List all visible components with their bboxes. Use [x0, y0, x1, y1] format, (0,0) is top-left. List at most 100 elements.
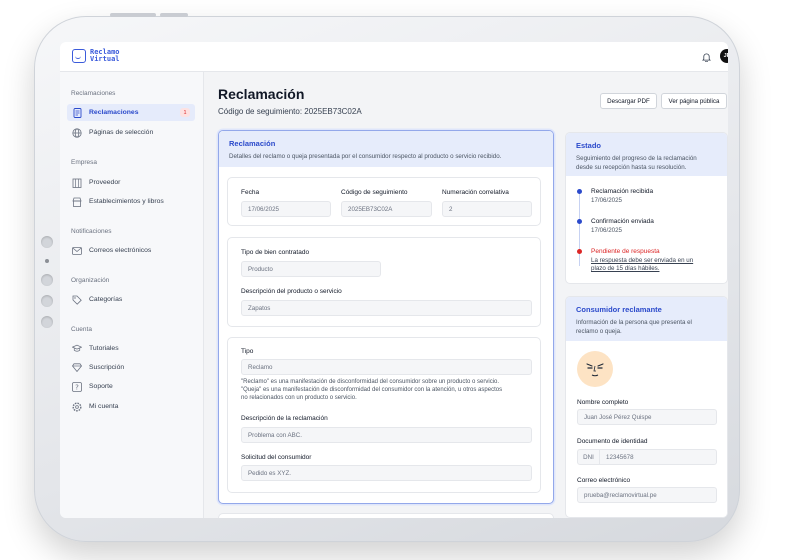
solicitud-label: Solicitud del consumidor	[241, 454, 312, 461]
sidebar-item-label: Tutoriales	[89, 345, 119, 352]
card-description: Detalles del reclamo o queja presentada …	[229, 153, 502, 160]
desc-producto-field[interactable]: Zapatos	[241, 300, 532, 316]
top-bar: Reclamo Virtual JP	[60, 42, 728, 72]
product-section: Tipo de bien contratado Producto Descrip…	[227, 237, 541, 327]
name-field[interactable]: Juan José Pérez Quispe	[577, 409, 717, 425]
claim-card: Reclamación Detalles del reclamo o queja…	[218, 130, 554, 504]
sidebar-item-label: Soporte	[89, 383, 113, 390]
desc-reclamacion-field[interactable]: Problema con ABC.	[241, 427, 532, 443]
side-button	[41, 295, 53, 307]
timeline-dot-received	[577, 189, 582, 194]
app-screen: Reclamo Virtual JP Reclamaciones Reclama…	[60, 42, 728, 518]
document-number: 12345678	[606, 453, 634, 461]
sidebar-section-title: Reclamaciones	[71, 90, 116, 97]
download-pdf-button[interactable]: Descargar PDF	[600, 93, 657, 109]
tipo-help-line-2: "Queja" es una manifestación de disconfo…	[241, 387, 503, 393]
tag-icon	[72, 295, 82, 305]
claim-meta-section: Fecha 17/06/2025 Código de seguimiento 2…	[227, 177, 541, 226]
tipo-bien-field[interactable]: Producto	[241, 261, 381, 277]
timeline-step-date: 17/06/2025	[591, 197, 622, 204]
timeline-step-note: La respuesta debe ser enviada en un	[591, 257, 694, 264]
card-title: Consumidor reclamante	[576, 305, 662, 314]
numeracion-label: Numeración correlativa	[442, 189, 509, 196]
codigo-field[interactable]: 2025EB73C02A	[341, 201, 432, 217]
document-field[interactable]: DNI 12345678	[577, 449, 717, 465]
sidebar-item-suscripcion[interactable]: Suscripción	[67, 359, 195, 376]
timeline-step-title: Pendiente de respuesta	[591, 248, 660, 255]
sidebar-item-categorias[interactable]: Categorías	[67, 291, 195, 308]
email-label: Correo electrónico	[577, 477, 631, 484]
tipo-help-line-3: no relacionados con un producto o servic…	[241, 395, 357, 401]
side-button	[41, 316, 53, 328]
logo-icon	[72, 49, 86, 63]
desc-producto-label: Descripción del producto o servicio	[241, 288, 342, 295]
document-icon	[72, 107, 82, 118]
tracking-code: Código de seguimiento: 2025EB73C02A	[218, 107, 362, 116]
camera-dot	[45, 259, 49, 263]
tipo-bien-label: Tipo de bien contratado	[241, 249, 310, 256]
sidebar-item-establecimientos[interactable]: Establecimientos y libros	[67, 193, 195, 210]
sidebar-item-proveedor[interactable]: Proveedor	[67, 174, 195, 191]
timeline-step-title: Confirmación enviada	[591, 218, 654, 225]
mail-icon	[72, 246, 82, 256]
volume-button	[110, 13, 156, 17]
card-title: Reclamación	[229, 139, 276, 148]
sidebar-item-label: Suscripción	[89, 364, 125, 371]
logo-line-2: Virtual	[90, 55, 120, 63]
card-description: reclamo o queja.	[576, 327, 622, 335]
sidebar-section-title: Notificaciones	[71, 228, 112, 235]
bell-icon[interactable]	[702, 52, 711, 62]
building-icon	[72, 178, 82, 188]
sidebar-item-label: Proveedor	[89, 179, 121, 186]
card-title: Estado	[576, 141, 602, 150]
sidebar-item-label: Páginas de selección	[89, 129, 154, 136]
sidebar-section-title: Cuenta	[71, 326, 92, 333]
tipo-label: Tipo	[241, 348, 254, 355]
sidebar-item-tutoriales[interactable]: Tutoriales	[67, 340, 195, 357]
store-icon	[72, 197, 82, 207]
numeracion-field[interactable]: 2	[442, 201, 532, 217]
sidebar-section-title: Empresa	[71, 159, 98, 166]
document-type: DNI	[578, 450, 600, 464]
sidebar-item-label: Establecimientos y libros	[89, 198, 164, 205]
solicitud-field[interactable]: Pedido es XYZ.	[241, 465, 532, 481]
timeline-dot-confirmed	[577, 219, 582, 224]
timeline-step-date: 17/06/2025	[591, 227, 622, 234]
next-card	[218, 513, 554, 518]
diamond-icon	[72, 363, 82, 373]
sidebar-item-label: Mi cuenta	[89, 403, 119, 410]
timeline-step-note: plazo de 15 días hábiles.	[591, 265, 660, 272]
consumer-card: Consumidor reclamante Información de la …	[565, 296, 728, 518]
side-button	[41, 274, 53, 286]
email-field[interactable]: prueba@reclamovirtual.pe	[577, 487, 717, 503]
desc-reclamacion-label: Descripción de la reclamación	[241, 415, 328, 422]
sidebar-section-title: Organización	[71, 277, 110, 284]
status-card: Estado Seguimiento del progreso de la re…	[565, 132, 728, 284]
sidebar-item-label: Reclamaciones	[89, 109, 139, 116]
view-public-page-button[interactable]: Ver página pública	[661, 93, 727, 109]
main-content: Reclamación Código de seguimiento: 2025E…	[204, 72, 728, 518]
card-description: desde su recepción hasta su resolución.	[576, 163, 687, 171]
app-logo[interactable]: Reclamo Virtual	[72, 49, 120, 63]
sidebar-item-soporte[interactable]: ? Soporte	[67, 378, 195, 395]
svg-text:?: ?	[75, 383, 79, 391]
sidebar: Reclamaciones Reclamaciones 1 Páginas de…	[60, 72, 204, 518]
claim-detail-section: Tipo Reclamo "Reclamo" es una manifestac…	[227, 337, 541, 493]
globe-icon	[72, 127, 82, 138]
tipo-field[interactable]: Reclamo	[241, 359, 532, 375]
sidebar-item-mi-cuenta[interactable]: Mi cuenta	[67, 398, 195, 415]
card-description: Seguimiento del progreso de la reclamaci…	[576, 155, 697, 162]
timeline-step-title: Reclamación recibida	[591, 188, 654, 195]
gear-icon	[72, 402, 82, 412]
sidebar-item-paginas[interactable]: Páginas de selección	[67, 124, 195, 141]
timeline-line	[579, 192, 580, 266]
user-avatar[interactable]: JP	[720, 49, 728, 63]
fecha-field[interactable]: 17/06/2025	[241, 201, 331, 217]
sidebar-item-correos[interactable]: Correos electrónicos	[67, 242, 195, 259]
timeline-dot-pending	[577, 249, 582, 254]
sidebar-item-reclamaciones[interactable]: Reclamaciones 1	[67, 104, 195, 121]
power-button	[160, 13, 188, 17]
document-label: Documento de identidad	[577, 438, 648, 445]
consumer-avatar	[577, 351, 613, 387]
card-description: Información de la persona que presenta e…	[576, 319, 692, 326]
